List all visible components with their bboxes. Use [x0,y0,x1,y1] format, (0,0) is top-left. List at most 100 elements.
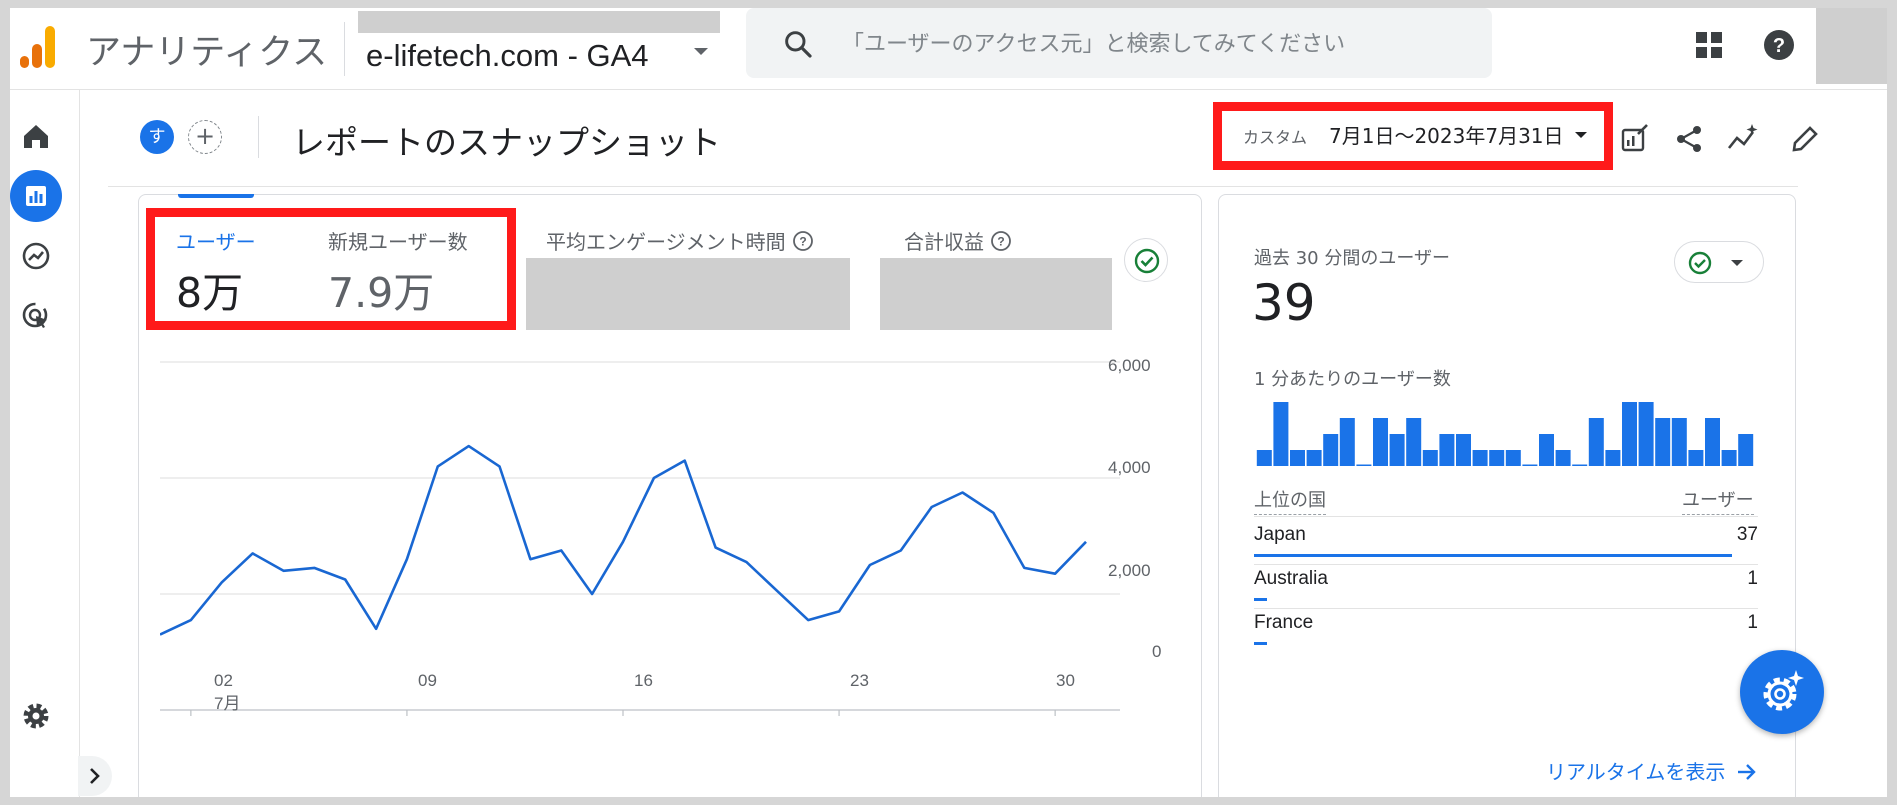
redacted-account-name [358,11,720,33]
minute-bar[interactable] [1290,450,1305,466]
country-name: Australia [1254,568,1328,589]
minute-bar[interactable] [1389,434,1405,466]
realtime-status-dropdown[interactable] [1674,241,1764,283]
minute-bar[interactable] [1522,464,1538,467]
svg-text:?: ? [997,235,1004,249]
chevron-right-icon [90,768,100,784]
check-circle-icon [1688,251,1743,275]
nav-home[interactable] [10,110,62,162]
add-comparison-button[interactable]: + [188,120,222,154]
settings-sparkle-icon [1763,670,1804,711]
country-row[interactable]: France 1 [1254,612,1758,656]
app-title: アナリティクス [86,33,328,73]
minute-bar[interactable] [1422,450,1438,466]
minute-bar[interactable] [1622,402,1637,466]
minute-bar[interactable] [1539,434,1554,466]
check-circle-icon [1134,248,1160,274]
caret-down-icon[interactable] [694,48,708,55]
header-divider [108,186,1798,187]
country-share-bar [1254,554,1732,557]
minute-bar[interactable] [1472,450,1488,466]
minute-bar[interactable] [1273,402,1289,466]
nav-reports[interactable] [10,170,62,222]
insights-icon[interactable] [1726,122,1760,156]
expand-nav-button[interactable] [78,756,112,796]
page-title: レポートのスナップショット [292,123,721,162]
minute-bar[interactable] [1655,418,1671,466]
minute-bar[interactable] [1323,434,1339,466]
minute-bar[interactable] [1671,418,1687,466]
minute-bar[interactable] [1306,450,1322,466]
minute-bar[interactable] [1605,450,1621,466]
nav-advertising[interactable] [10,290,62,342]
nav-admin[interactable] [10,690,62,742]
minute-bar[interactable] [1721,450,1737,466]
view-realtime-label: リアルタイムを表示 [1546,760,1726,784]
minute-bar[interactable] [1356,464,1372,467]
top-bar: アナリティクス e-lifetech.com - GA4 「ユーザーのアクセス元… [10,8,1887,90]
analytics-logo-icon[interactable] [18,22,58,72]
minute-bar[interactable] [1505,450,1521,466]
realtime-label: 過去 30 分間のユーザー [1254,248,1450,269]
minute-bar[interactable] [1555,450,1571,466]
metric-total-revenue[interactable]: 合計収益? [904,226,1012,255]
minute-bar[interactable] [1572,464,1588,467]
view-realtime-link[interactable]: リアルタイムを表示 [1546,756,1758,785]
users-series-line[interactable] [160,444,1087,636]
country-users: 1 [1747,568,1758,589]
highlight-box-metrics [146,208,516,330]
ga4-window: アナリティクス e-lifetech.com - GA4 「ユーザーのアクセス元… [10,8,1887,797]
explore-icon [22,242,50,270]
svg-text:?: ? [1773,35,1785,57]
edit-pencil-icon[interactable] [1788,122,1822,156]
svg-text:?: ? [799,235,806,249]
minute-bar[interactable] [1406,418,1422,466]
comparison-avatar[interactable]: す [140,120,174,154]
country-share-bar [1254,642,1267,645]
users-column-header[interactable]: ユーザー [1682,486,1754,515]
active-metric-tab-indicator [178,194,254,198]
redacted-account-avatar[interactable] [1816,8,1887,84]
minute-bar[interactable] [1738,434,1754,466]
country-users: 37 [1736,524,1758,545]
metric-avg-engagement[interactable]: 平均エンゲージメント時間? [546,226,814,255]
help-circle-icon[interactable]: ? [990,230,1012,252]
y-tick-label: 0 [1152,642,1162,661]
apps-grid-icon[interactable] [1694,30,1724,60]
x-tick-label: 09 [418,671,437,690]
country-row[interactable]: Japan 37 [1254,524,1758,568]
minute-bar[interactable] [1373,418,1388,466]
reports-icon [26,186,46,206]
x-tick-label: 02 [214,671,233,690]
share-icon[interactable] [1672,122,1706,156]
minute-bar[interactable] [1256,450,1272,466]
arrow-right-icon [1737,764,1756,780]
country-name: Japan [1254,524,1306,545]
redacted-metric-value [880,258,1112,330]
country-column-header[interactable]: 上位の国 [1254,486,1326,515]
left-nav-rail [10,90,80,797]
minute-bar[interactable] [1439,434,1455,466]
nav-explore[interactable] [10,230,62,282]
minute-bar[interactable] [1705,418,1720,466]
search-placeholder[interactable]: 「ユーザーのアクセス元」と検索してみてください [842,26,1345,58]
minute-bar[interactable] [1339,418,1355,466]
property-selector[interactable]: e-lifetech.com - GA4 [366,38,649,74]
country-row[interactable]: Australia 1 [1254,568,1758,612]
minute-bar[interactable] [1688,450,1704,466]
help-circle-icon[interactable]: ? [792,230,814,252]
customize-report-icon[interactable] [1618,122,1652,156]
country-share-bar [1254,598,1267,601]
minute-bar[interactable] [1489,450,1505,466]
highlight-box-date [1213,102,1613,170]
minute-bar[interactable] [1588,418,1604,466]
help-icon[interactable]: ? [1762,28,1796,62]
metric-label: 合計収益 [904,230,984,254]
search-bar[interactable]: 「ユーザーのアクセス元」と検索してみてください [746,8,1492,78]
search-icon [785,31,812,58]
minute-bar[interactable] [1456,434,1471,466]
data-quality-check[interactable] [1124,238,1168,282]
insights-fab-button[interactable] [1740,650,1824,734]
minute-bar[interactable] [1638,402,1654,466]
y-tick-label: 4,000 [1108,458,1151,477]
